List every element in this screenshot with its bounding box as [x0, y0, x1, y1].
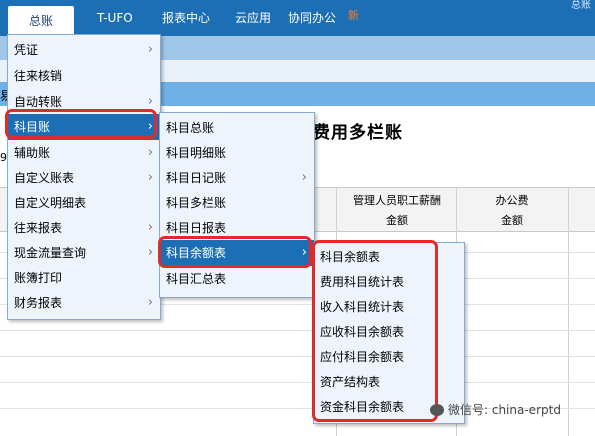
menu-item-label: 辅助账: [14, 146, 51, 160]
menu-item-ar-ap-reports[interactable]: 往来报表 ›: [8, 215, 160, 241]
menu-item-custom-ledger[interactable]: 自定义账表 ›: [8, 165, 160, 191]
menu-item-voucher[interactable]: 凭证 ›: [8, 37, 160, 63]
menu-item-auxiliary-ledger[interactable]: 辅助账 ›: [8, 140, 160, 166]
watermark-text: 微信号: china-erptd: [448, 403, 561, 417]
menu-item-label: 自动转账: [14, 95, 63, 109]
chevron-right-icon: ›: [147, 220, 153, 235]
menu-item-cash-flow[interactable]: 现金流量查询 ›: [8, 240, 160, 266]
menu-item-label: 自定义账表: [14, 171, 75, 185]
chevron-right-icon: ›: [301, 170, 307, 185]
grid-row-line: [0, 330, 595, 331]
menu-item-label: 往来核销: [14, 69, 63, 83]
menu-item-label: 科目汇总表: [166, 272, 227, 286]
grid-line: [568, 187, 569, 436]
menu-item-financial-reports[interactable]: 财务报表 ›: [8, 290, 160, 316]
top-menu-bar: 总账 T-UFO 报表中心 云应用 协同办公 新 总账: [0, 0, 595, 36]
report-title: 费用多栏账: [313, 123, 403, 143]
watermark: 微信号: china-erptd: [430, 401, 561, 418]
grid-row-line: [0, 356, 595, 357]
menu-item-label: 账簿打印: [14, 271, 63, 285]
menu-item-account-summary[interactable]: 科目汇总表: [160, 266, 314, 292]
chevron-right-icon: ›: [147, 295, 153, 310]
menu-item-reconciliation[interactable]: 往来核销: [8, 63, 160, 89]
left-number: 9: [0, 151, 7, 164]
column-header-office: 办公费: [495, 194, 529, 207]
menu-item-book-print[interactable]: 账簿打印: [8, 265, 160, 291]
menu-item-label: 科目明细账: [166, 146, 227, 160]
menu-item-label: 现金流量查询: [14, 246, 87, 260]
menu-item-account-detail[interactable]: 科目明细账: [160, 140, 314, 166]
menu-item-label: 凭证: [14, 43, 39, 57]
column-subheader-office: 金额: [501, 214, 523, 227]
menu-item-label: 科目日记账: [166, 171, 227, 185]
menu-item-custom-detail[interactable]: 自定义明细表: [8, 190, 160, 216]
menu-item-label: 往来报表: [14, 221, 63, 235]
menu-item-label: 财务报表: [14, 296, 63, 310]
grid-row-line: [0, 382, 595, 383]
tab-cloud-apps[interactable]: 云应用: [235, 9, 271, 27]
menu-item-label: 自定义明细表: [14, 196, 87, 210]
menu-item-label: 科目日报表: [166, 221, 227, 235]
column-subheader-salary: 金额: [386, 214, 408, 227]
highlight-box: [158, 236, 312, 268]
chevron-right-icon: ›: [147, 145, 153, 160]
chevron-right-icon: ›: [147, 170, 153, 185]
menu-item-account-general[interactable]: 科目总账: [160, 115, 314, 141]
new-badge: 新: [348, 9, 359, 22]
chevron-right-icon: ›: [147, 245, 153, 260]
account-ledger-submenu: 科目总账 科目明细账 科目日记账 › 科目多栏账 科目日报表 科目余额表 › 科目汇…: [159, 112, 315, 298]
highlight-box: [5, 109, 157, 139]
top-right-fragment: 总账: [571, 0, 591, 11]
chevron-right-icon: ›: [147, 42, 153, 57]
highlight-box: [312, 240, 438, 422]
menu-item-label: 科目多栏账: [166, 196, 227, 210]
general-ledger-menu: 凭证 › 往来核销 自动转账 › 科目账 › 辅助账 › 自定义账表 › 自定义明细表 往…: [7, 34, 161, 320]
menu-item-account-multicolumn[interactable]: 科目多栏账: [160, 190, 314, 216]
column-header-salary: 管理人员职工薪酬: [353, 194, 441, 207]
tab-collaboration[interactable]: 协同办公: [288, 9, 336, 27]
tab-general-ledger[interactable]: 总账: [8, 6, 74, 36]
tab-report-center[interactable]: 报表中心: [162, 9, 210, 27]
menu-item-label: 科目总账: [166, 121, 215, 135]
tab-t-ufo[interactable]: T-UFO: [97, 9, 133, 27]
wechat-icon: [430, 404, 444, 416]
menu-item-account-journal[interactable]: 科目日记账 ›: [160, 165, 314, 191]
